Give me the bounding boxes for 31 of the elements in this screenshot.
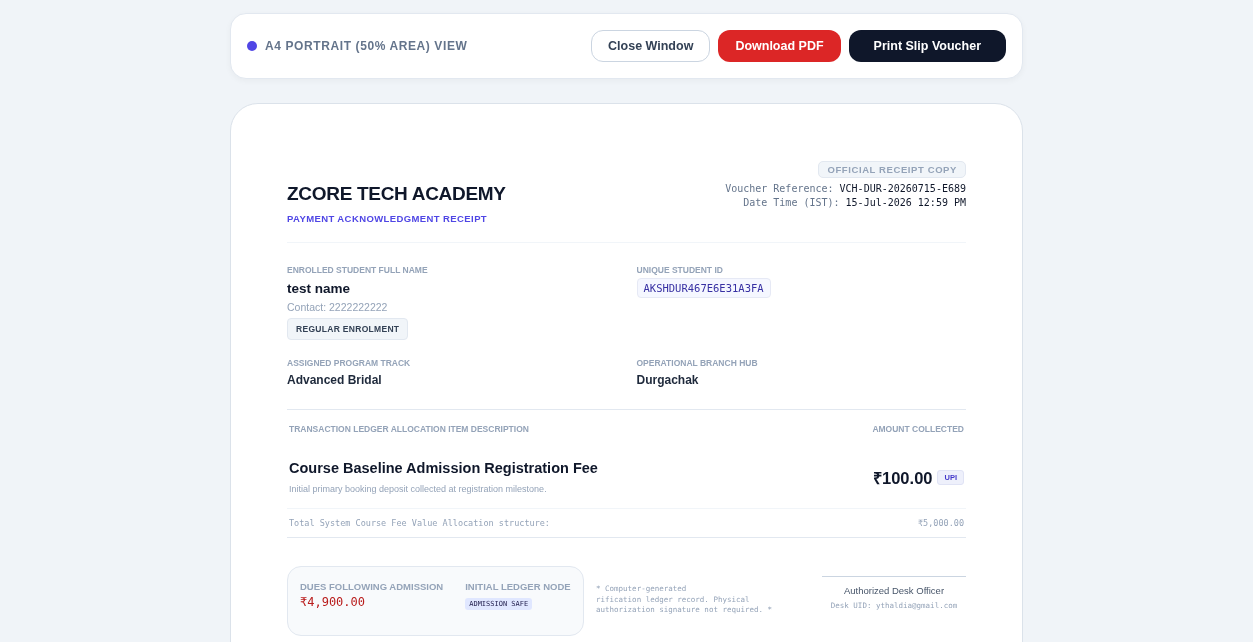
item-title: Course Baseline Admission Registration Fee bbox=[289, 460, 598, 476]
dues-amount: ₹4,900.00 bbox=[300, 595, 367, 609]
item-description: Initial primary booking deposit collected at registration milestone. bbox=[289, 484, 548, 494]
amount-collected: ₹100.00 bbox=[873, 467, 933, 489]
field-value: Advanced Bridal bbox=[287, 373, 383, 387]
field-label: ASSIGNED PROGRAM TRACK bbox=[287, 358, 412, 368]
close-window-button[interactable]: Close Window bbox=[591, 30, 711, 62]
enrolment-badge: REGULAR ENROLMENT bbox=[287, 318, 409, 340]
field-label: OPERATIONAL BRANCH HUB bbox=[636, 358, 759, 368]
receipt-meta-line: Voucher Reference: VCH-DUR-20260715-E689 bbox=[725, 183, 966, 194]
student-contact: Contact: 2222222222 bbox=[287, 301, 389, 313]
view-mode-label: A4 PORTRAIT (50% AREA) VIEW bbox=[265, 39, 469, 53]
column-header: TRANSACTION LEDGER ALLOCATION ITEM DESCRIPTION bbox=[289, 424, 529, 434]
receipt-subtitle: PAYMENT ACKNOWLEDGMENT RECEIPT bbox=[287, 213, 489, 224]
signature-title: Authorized Desk Officer bbox=[842, 585, 946, 596]
field-label: ENROLLED STUDENT FULL NAME bbox=[287, 265, 429, 275]
student-name: test name bbox=[287, 281, 352, 296]
field-label: UNIQUE STUDENT ID bbox=[636, 265, 724, 275]
receipt-meta-line: Date Time (IST): 15-Jul-2026 12:59 PM bbox=[743, 197, 966, 208]
total-fee-label: Total System Course Fee Value Allocation structure: bbox=[289, 518, 550, 528]
dues-label: DUES FOLLOWING ADMISSION bbox=[300, 581, 444, 592]
ledger-node-label: INITIAL LEDGER NODE bbox=[465, 581, 571, 592]
receipt-copy-badge: OFFICIAL RECEIPT COPY bbox=[818, 161, 966, 178]
field-value: Durgachak bbox=[636, 373, 700, 387]
academy-title: ZCORE TECH ACADEMY bbox=[287, 183, 506, 205]
download-pdf-button[interactable]: Download PDF bbox=[718, 30, 841, 62]
column-header: AMOUNT COLLECTED bbox=[872, 424, 964, 434]
print-voucher-button[interactable]: Print Slip Voucher bbox=[848, 30, 1006, 62]
student-id-badge: AKSHDUR467E6E31A3FA bbox=[636, 278, 771, 298]
status-dot-icon bbox=[247, 41, 257, 51]
total-fee-value: ₹5,000.00 bbox=[917, 518, 964, 528]
